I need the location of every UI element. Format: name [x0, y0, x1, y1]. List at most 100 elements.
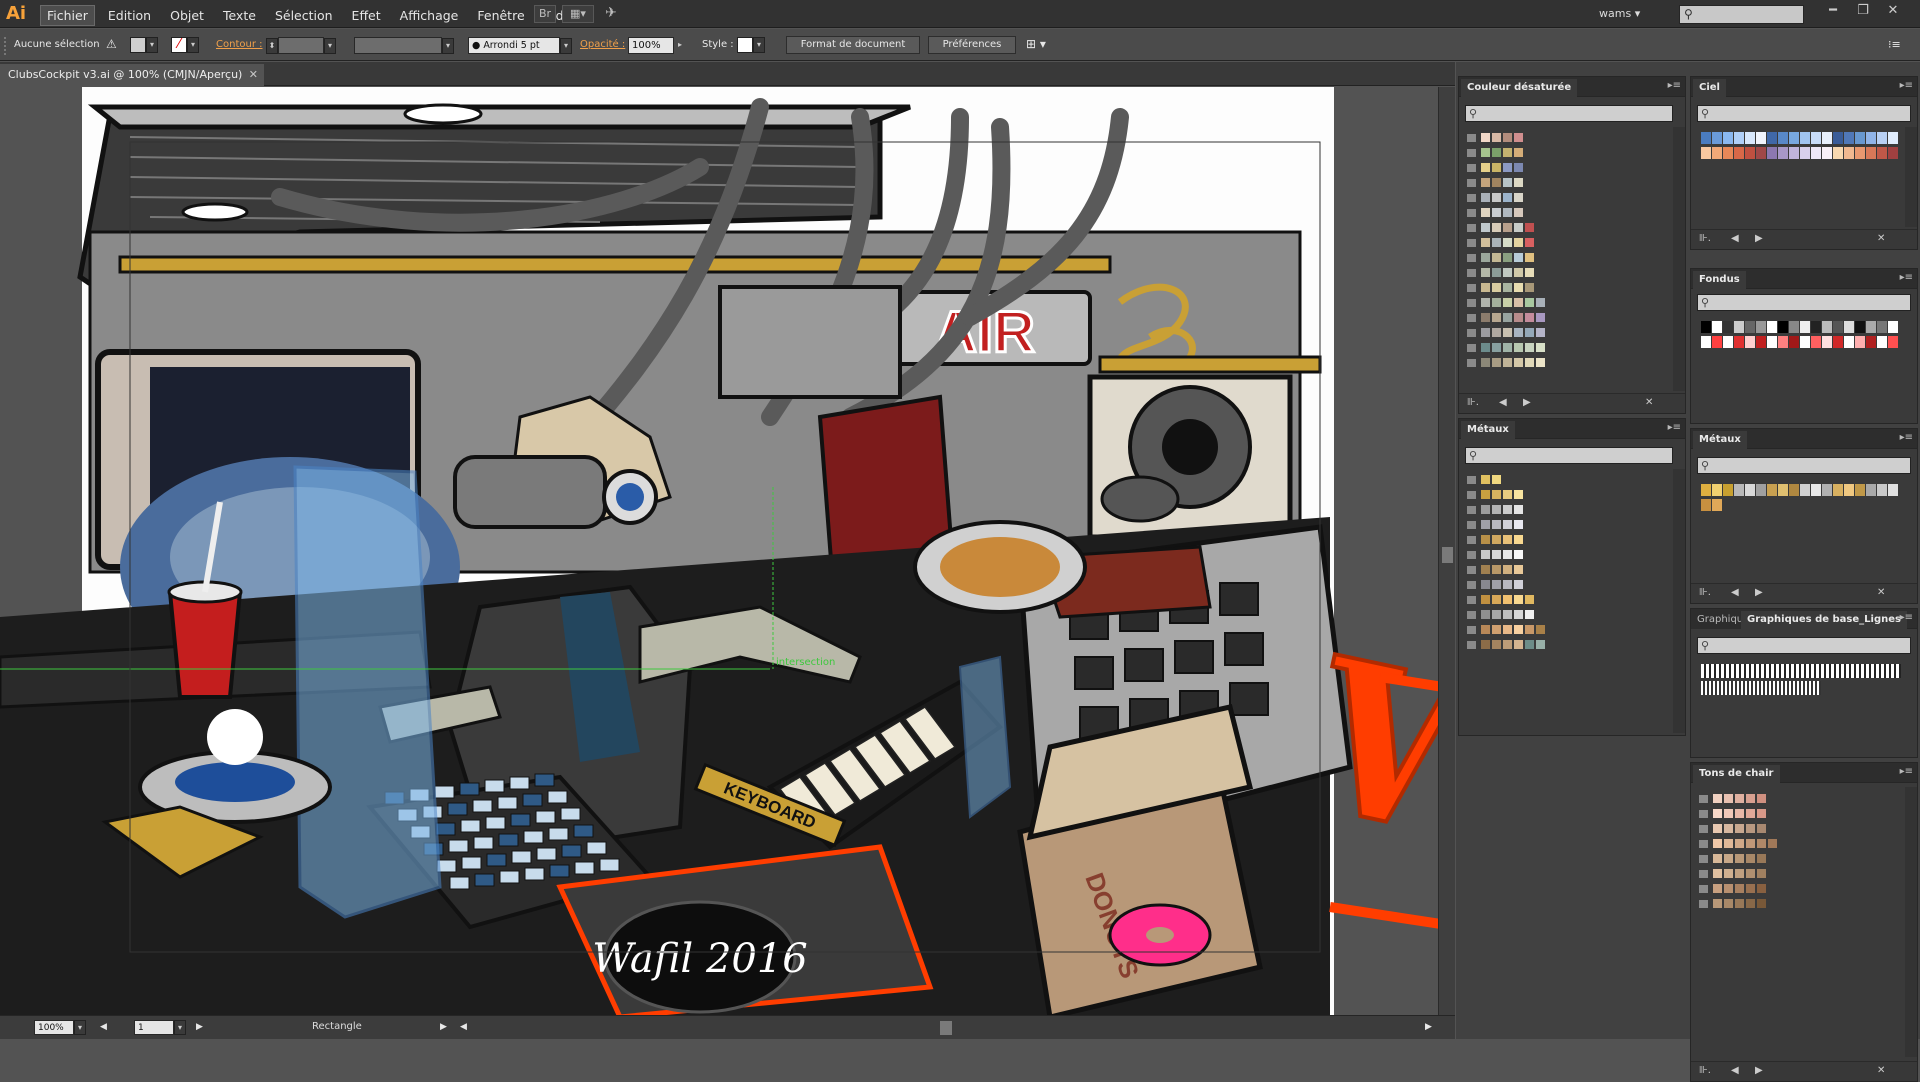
- color-swatch[interactable]: [1535, 342, 1546, 353]
- swatch-group[interactable]: [1467, 267, 1546, 279]
- stroke-weight-field[interactable]: ⬍ ▾: [266, 37, 336, 54]
- color-swatch[interactable]: [1535, 312, 1546, 323]
- color-swatch[interactable]: [1734, 484, 1745, 496]
- color-swatch[interactable]: [1524, 237, 1535, 248]
- color-swatch[interactable]: [1767, 838, 1778, 849]
- swatch-group[interactable]: [1699, 838, 1778, 850]
- color-swatch[interactable]: [1502, 132, 1513, 143]
- panel-search-input[interactable]: ⚲: [1697, 637, 1911, 654]
- color-swatch[interactable]: [1745, 321, 1756, 333]
- swatch-group[interactable]: [1467, 474, 1546, 486]
- color-swatch[interactable]: [1833, 132, 1844, 144]
- color-swatch[interactable]: [1822, 132, 1833, 144]
- folder-icon[interactable]: [1467, 329, 1476, 337]
- color-swatch[interactable]: [1756, 898, 1767, 909]
- panel-menu-icon[interactable]: ▸≡: [1900, 80, 1913, 91]
- color-swatch[interactable]: [1712, 147, 1723, 159]
- color-swatch[interactable]: [1712, 484, 1723, 496]
- folder-icon[interactable]: [1699, 840, 1708, 848]
- color-swatch[interactable]: [1712, 838, 1723, 849]
- search-input[interactable]: ⚲: [1679, 5, 1804, 24]
- color-swatch[interactable]: [1513, 327, 1524, 338]
- panel-menu-icon[interactable]: ▸≡: [1668, 422, 1681, 433]
- swatch-group[interactable]: [1467, 222, 1546, 234]
- folder-icon[interactable]: [1467, 359, 1476, 367]
- color-swatch[interactable]: [1844, 132, 1855, 144]
- color-swatch[interactable]: [1789, 484, 1800, 496]
- color-swatch[interactable]: [1745, 838, 1756, 849]
- color-swatch[interactable]: [1822, 336, 1833, 348]
- color-swatch[interactable]: [1833, 484, 1844, 496]
- color-swatch[interactable]: [1491, 474, 1502, 485]
- color-swatch[interactable]: [1491, 594, 1502, 605]
- folder-icon[interactable]: [1467, 476, 1476, 484]
- color-swatch[interactable]: [1491, 162, 1502, 173]
- color-swatch[interactable]: [1844, 321, 1855, 333]
- color-swatch[interactable]: [1502, 624, 1513, 635]
- color-swatch[interactable]: [1888, 132, 1899, 144]
- color-swatch[interactable]: [1491, 504, 1502, 515]
- variable-width-dropdown[interactable]: ▾: [442, 37, 454, 54]
- panel-search-input[interactable]: ⚲: [1465, 447, 1673, 464]
- color-swatch[interactable]: [1866, 321, 1877, 333]
- color-swatch[interactable]: [1877, 132, 1888, 144]
- folder-icon[interactable]: [1467, 491, 1476, 499]
- vertical-scrollbar[interactable]: [1438, 87, 1455, 1015]
- next-icon[interactable]: ▶: [1755, 1065, 1763, 1076]
- panel-title[interactable]: Graphiques de base_Lignes: [1741, 611, 1907, 629]
- color-swatch[interactable]: [1480, 579, 1491, 590]
- color-swatch[interactable]: [1491, 342, 1502, 353]
- color-swatch[interactable]: [1756, 793, 1767, 804]
- color-swatch[interactable]: [1480, 177, 1491, 188]
- artboard-input[interactable]: 1: [134, 1020, 174, 1035]
- color-swatch[interactable]: [1502, 609, 1513, 620]
- document-tab[interactable]: ClubsCockpit v3.ai @ 100% (CMJN/Aperçu) ✕: [0, 64, 264, 86]
- folder-icon[interactable]: [1699, 885, 1708, 893]
- color-swatch[interactable]: [1877, 484, 1888, 496]
- color-swatch[interactable]: [1734, 336, 1745, 348]
- folder-icon[interactable]: [1467, 611, 1476, 619]
- color-swatch[interactable]: [1888, 147, 1899, 159]
- folder-icon[interactable]: [1467, 581, 1476, 589]
- color-swatch[interactable]: [1502, 267, 1513, 278]
- color-swatch[interactable]: [1513, 132, 1524, 143]
- color-swatch[interactable]: [1513, 549, 1524, 560]
- color-swatch[interactable]: [1524, 357, 1535, 368]
- color-swatch[interactable]: [1491, 639, 1502, 650]
- minimize-icon[interactable]: ━: [1818, 3, 1848, 18]
- color-swatch[interactable]: [1701, 499, 1712, 511]
- swatch-group[interactable]: [1467, 297, 1546, 309]
- color-swatch[interactable]: [1513, 579, 1524, 590]
- folder-icon[interactable]: [1467, 194, 1476, 202]
- color-swatch[interactable]: [1513, 342, 1524, 353]
- color-swatch[interactable]: [1833, 147, 1844, 159]
- color-swatch[interactable]: [1480, 312, 1491, 323]
- swatch-group[interactable]: [1467, 519, 1546, 531]
- color-swatch[interactable]: [1502, 177, 1513, 188]
- color-swatch[interactable]: [1745, 868, 1756, 879]
- color-swatch[interactable]: [1778, 484, 1789, 496]
- swatch-group[interactable]: [1467, 312, 1546, 324]
- color-swatch[interactable]: [1756, 823, 1767, 834]
- folder-icon[interactable]: [1467, 209, 1476, 217]
- prev-icon[interactable]: ◀: [1499, 397, 1507, 408]
- color-swatch[interactable]: [1513, 312, 1524, 323]
- color-swatch[interactable]: [1789, 321, 1800, 333]
- folder-icon[interactable]: [1467, 596, 1476, 604]
- zoom-input[interactable]: 100%: [34, 1020, 74, 1035]
- color-swatch[interactable]: [1701, 484, 1712, 496]
- scroll-right-icon[interactable]: ▶: [1425, 1020, 1432, 1036]
- color-swatch[interactable]: [1855, 147, 1866, 159]
- swatch-group[interactable]: [1467, 594, 1546, 606]
- color-swatch[interactable]: [1767, 336, 1778, 348]
- color-swatch[interactable]: [1480, 609, 1491, 620]
- status-arrow-icon[interactable]: ▶: [440, 1020, 447, 1036]
- color-swatch[interactable]: [1800, 484, 1811, 496]
- color-swatch[interactable]: [1513, 297, 1524, 308]
- color-swatch[interactable]: [1822, 147, 1833, 159]
- color-swatch[interactable]: [1524, 594, 1535, 605]
- variable-width-field[interactable]: ▾: [354, 37, 454, 54]
- color-swatch[interactable]: [1789, 336, 1800, 348]
- folder-icon[interactable]: [1467, 254, 1476, 262]
- color-swatch[interactable]: [1480, 147, 1491, 158]
